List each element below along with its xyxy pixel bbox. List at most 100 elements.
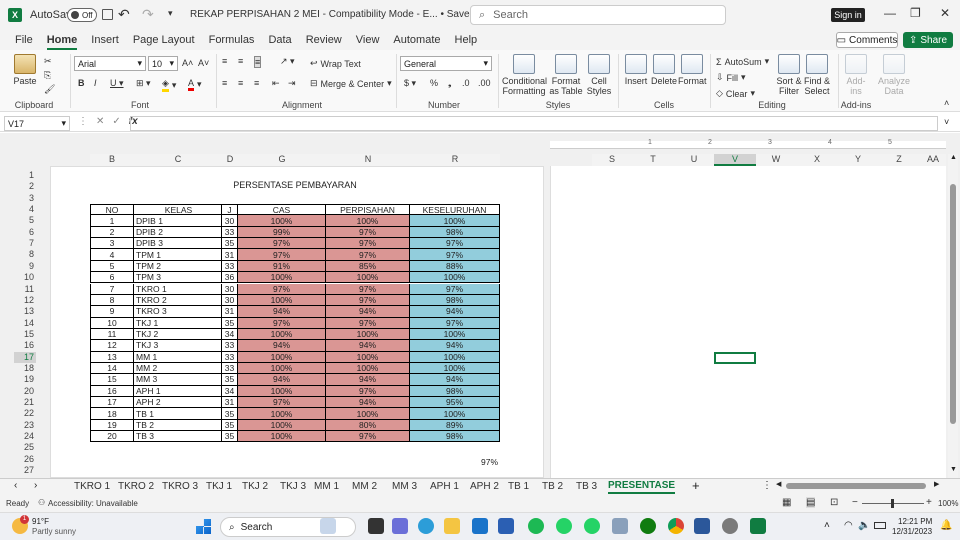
hscroll-right-icon[interactable]: ▶: [934, 480, 939, 488]
table-cell-cas[interactable]: 97%: [238, 283, 326, 295]
table-cell-cas[interactable]: 94%: [238, 374, 326, 386]
table-cell-cas[interactable]: 91%: [238, 260, 326, 273]
tab-scroll-right-icon[interactable]: ›: [34, 480, 37, 491]
page-layout-view-icon[interactable]: ▤: [806, 497, 816, 508]
table-cell-kelas[interactable]: TPM 3: [134, 272, 222, 284]
taskbar-terminal-icon[interactable]: [368, 518, 384, 534]
table-cell-kelas[interactable]: MM 3: [134, 374, 222, 386]
paste-button[interactable]: Paste: [10, 54, 40, 86]
fill-color-icon[interactable]: ◈ ▾: [162, 78, 176, 92]
table-cell-keseluruhan[interactable]: 94%: [410, 374, 500, 386]
hscroll-thumb[interactable]: [786, 483, 926, 489]
table-cell-perpisahan[interactable]: 97%: [326, 317, 410, 329]
table-cell-perpisahan[interactable]: 94%: [326, 374, 410, 386]
hscroll-left-icon[interactable]: ◀: [776, 480, 781, 488]
column-header-aa[interactable]: AA: [920, 154, 946, 166]
table-cell-j[interactable]: 33: [222, 362, 238, 375]
table-cell-perpisahan[interactable]: 97%: [326, 238, 410, 250]
align-bottom-icon[interactable]: ≡: [254, 56, 262, 68]
sheet-title[interactable]: PERSENTASE PEMBAYARAN: [90, 180, 500, 192]
font-color-icon[interactable]: A ▾: [188, 78, 202, 91]
table-cell-no[interactable]: 9: [90, 306, 134, 318]
taskbar-explorer-icon[interactable]: [444, 518, 460, 534]
tab-view[interactable]: View: [349, 30, 387, 50]
table-cell-keseluruhan[interactable]: 98%: [410, 385, 500, 397]
column-header-z[interactable]: Z: [878, 154, 920, 166]
row-header[interactable]: 22: [14, 408, 36, 419]
save-icon[interactable]: [102, 9, 113, 20]
table-header-kelas[interactable]: KELAS: [134, 204, 222, 216]
table-cell-j[interactable]: 33: [222, 351, 238, 363]
analyze-data-button[interactable]: Analyze Data: [878, 54, 910, 96]
sheet-tab[interactable]: TKJ 2: [242, 479, 268, 494]
table-cell-no[interactable]: 12: [90, 340, 134, 352]
tab-insert[interactable]: Insert: [84, 30, 126, 50]
taskbar-zoom-icon[interactable]: [392, 518, 408, 534]
row-header[interactable]: 9: [14, 261, 36, 272]
table-cell-no[interactable]: 4: [90, 249, 134, 261]
taskbar-settings-icon[interactable]: [722, 518, 738, 534]
table-cell-j[interactable]: 35: [222, 431, 238, 443]
font-size-combo[interactable]: 10 ▾: [148, 56, 178, 71]
percent-icon[interactable]: %: [430, 78, 438, 88]
table-cell-cas[interactable]: 100%: [238, 408, 326, 420]
row-header[interactable]: 18: [14, 363, 36, 374]
table-cell-j[interactable]: 35: [222, 317, 238, 329]
restore-icon[interactable]: ❐: [910, 6, 921, 20]
italic-button[interactable]: I: [94, 78, 97, 88]
column-header-s[interactable]: S: [592, 154, 632, 166]
taskbar-whatsapp2-icon[interactable]: [584, 518, 600, 534]
table-cell-cas[interactable]: 100%: [238, 294, 326, 307]
table-cell-keseluruhan[interactable]: 97%: [410, 283, 500, 295]
row-header[interactable]: 15: [14, 329, 36, 340]
table-cell-cas[interactable]: 100%: [238, 328, 326, 341]
column-header-x[interactable]: X: [796, 154, 838, 166]
tab-help[interactable]: Help: [448, 30, 485, 50]
sheet-tab[interactable]: TKRO 2: [118, 479, 154, 494]
table-cell-kelas[interactable]: TKJ 2: [134, 328, 222, 341]
table-cell-perpisahan[interactable]: 100%: [326, 351, 410, 363]
tab-formulas[interactable]: Formulas: [202, 30, 262, 50]
sheet-tab[interactable]: APH 1: [430, 479, 459, 494]
table-cell-perpisahan[interactable]: 94%: [326, 340, 410, 352]
table-cell-no[interactable]: 14: [90, 362, 134, 375]
sheet-tab[interactable]: TKRO 3: [162, 479, 198, 494]
sheet-tab[interactable]: MM 1: [314, 479, 339, 494]
cancel-icon[interactable]: ✕: [96, 116, 104, 127]
table-cell-perpisahan[interactable]: 100%: [326, 328, 410, 341]
table-cell-cas[interactable]: 100%: [238, 419, 326, 432]
table-cell-j[interactable]: 34: [222, 385, 238, 397]
row-header[interactable]: 24: [14, 431, 36, 442]
format-cells-button[interactable]: Format: [678, 54, 707, 86]
column-header-d[interactable]: D: [222, 154, 238, 166]
column-header-n[interactable]: N: [326, 154, 410, 166]
tab-scroll-left-icon[interactable]: ‹: [14, 480, 17, 491]
table-cell-kelas[interactable]: TPM 2: [134, 260, 222, 273]
zoom-slider[interactable]: [862, 499, 924, 508]
tab-review[interactable]: Review: [299, 30, 349, 50]
table-cell-cas[interactable]: 97%: [238, 397, 326, 409]
enter-icon[interactable]: ✓: [112, 116, 120, 127]
table-cell-kelas[interactable]: TB 3: [134, 431, 222, 443]
table-cell-kelas[interactable]: DPIB 2: [134, 226, 222, 239]
undo-icon[interactable]: ↶: [118, 6, 130, 23]
table-cell-cas[interactable]: 94%: [238, 306, 326, 318]
notifications-icon[interactable]: 🔔: [940, 520, 952, 531]
customize-qat-icon[interactable]: ▾: [168, 8, 173, 19]
table-cell-perpisahan[interactable]: 94%: [326, 397, 410, 409]
table-cell-perpisahan[interactable]: 97%: [326, 294, 410, 307]
table-header-cas[interactable]: CAS: [238, 204, 326, 216]
row-header[interactable]: 21: [14, 397, 36, 408]
taskbar-spotify-icon[interactable]: [528, 518, 544, 534]
taskbar-app-icon[interactable]: [612, 518, 628, 534]
close-icon[interactable]: ✕: [940, 6, 950, 20]
taskbar-chrome-icon[interactable]: [668, 518, 684, 534]
zoom-out-icon[interactable]: −: [852, 497, 858, 508]
table-cell-cas[interactable]: 97%: [238, 249, 326, 261]
table-cell-keseluruhan[interactable]: 98%: [410, 226, 500, 239]
tab-file[interactable]: File: [8, 30, 40, 50]
tab-automate[interactable]: Automate: [386, 30, 447, 50]
table-cell-perpisahan[interactable]: 80%: [326, 419, 410, 432]
table-cell-cas[interactable]: 100%: [238, 431, 326, 443]
clear-button[interactable]: ◇ Clear ▾: [716, 88, 755, 99]
